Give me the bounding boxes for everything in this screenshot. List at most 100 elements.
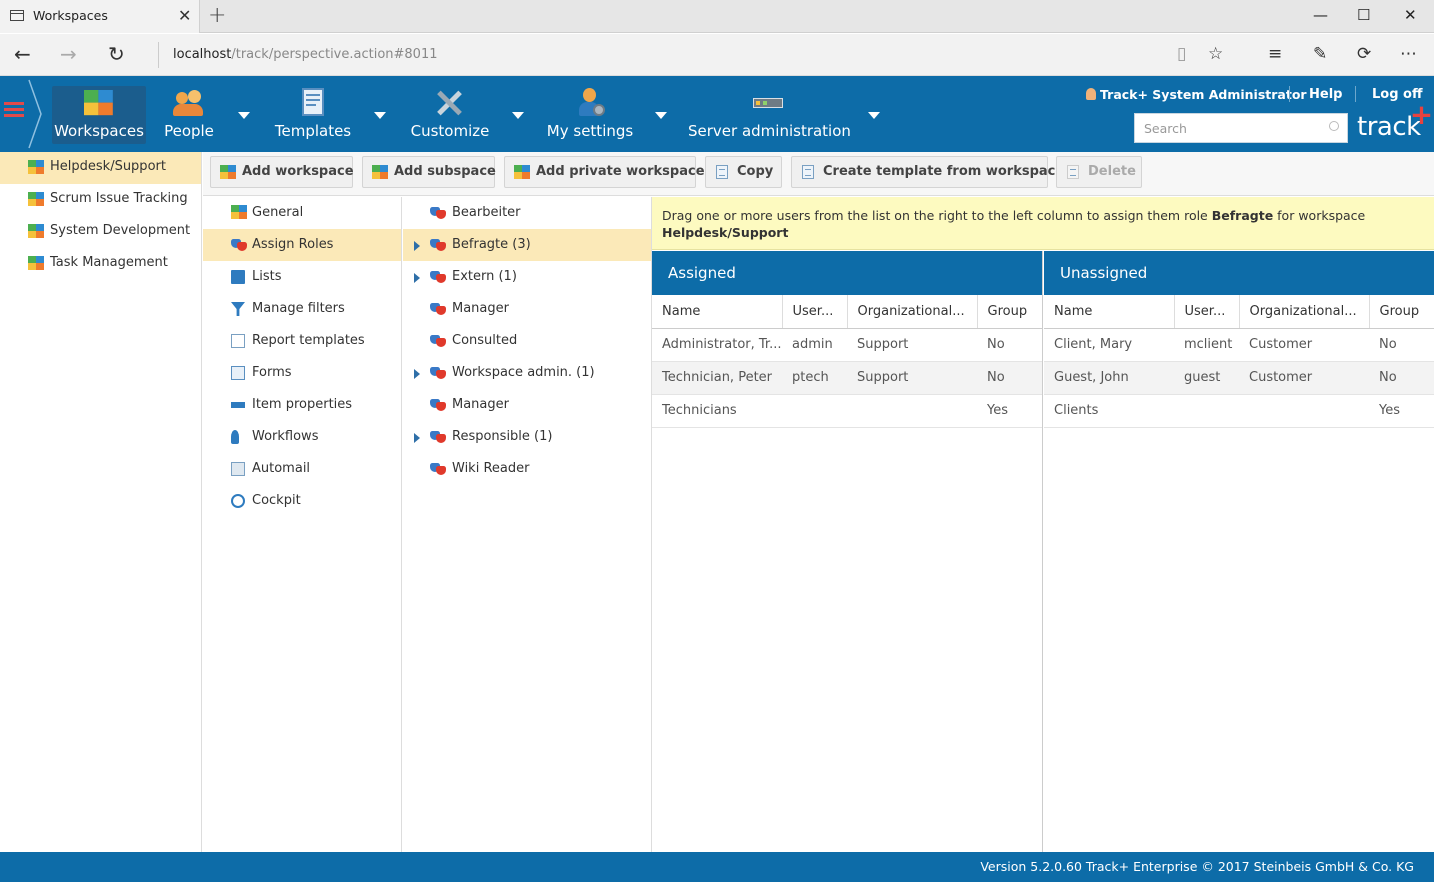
workspace-item[interactable]: Scrum Issue Tracking: [0, 184, 201, 216]
close-window-icon[interactable]: ✕: [1404, 6, 1417, 24]
create-template-button[interactable]: Create template from workspace: [791, 156, 1064, 188]
settings-nav-item[interactable]: General: [203, 197, 401, 229]
role-item[interactable]: Wiki Reader: [403, 453, 651, 485]
current-user[interactable]: Track+ System Administrator: [1086, 87, 1307, 102]
table-cell: Clients: [1044, 394, 1174, 428]
nav-label: Templates: [274, 122, 352, 140]
table-cell: Guest, John: [1044, 361, 1174, 395]
search-box[interactable]: [1134, 113, 1348, 143]
maximize-icon[interactable]: ☐: [1357, 6, 1370, 24]
app-header: Workspaces People Templates Customize My…: [0, 76, 1434, 152]
table-row[interactable]: Guest, John guest Customer No: [1044, 361, 1434, 395]
web-note-icon[interactable]: ✎: [1313, 44, 1327, 64]
table-row[interactable]: Technicians Yes: [652, 394, 1042, 428]
minimize-icon[interactable]: —: [1313, 6, 1328, 24]
workspace-item[interactable]: System Development: [0, 216, 201, 248]
templates-dropdown-icon[interactable]: [374, 112, 386, 119]
tab-close-icon[interactable]: ✕: [178, 6, 191, 25]
expand-arrow-icon[interactable]: [414, 273, 420, 283]
settings-nav-item[interactable]: Assign Roles: [203, 229, 401, 261]
refresh-icon[interactable]: ↻: [108, 42, 125, 66]
nav-label: My settings: [546, 122, 634, 140]
role-item[interactable]: Bearbeiter: [403, 197, 651, 229]
table-cell: Technician, Peter: [652, 361, 782, 395]
search-input[interactable]: [1135, 114, 1315, 142]
settings-nav-item[interactable]: Forms: [203, 357, 401, 389]
back-icon[interactable]: ←: [14, 42, 31, 66]
table-row[interactable]: Administrator, Tr... admin Support No: [652, 328, 1042, 362]
automail-icon: [231, 462, 245, 476]
add-private-workspace-button[interactable]: Add private workspace: [504, 156, 705, 188]
nav-my-settings[interactable]: My settings: [546, 86, 634, 144]
column-header[interactable]: Name: [652, 295, 783, 329]
settings-nav-label: Item properties: [252, 397, 353, 412]
table-cell: No: [977, 361, 1042, 395]
forward-icon[interactable]: →: [60, 42, 77, 66]
add-workspace-button[interactable]: Add workspace: [210, 156, 354, 188]
column-header[interactable]: User...: [1174, 295, 1240, 329]
role-item[interactable]: Manager: [403, 389, 651, 421]
column-header[interactable]: Group: [977, 295, 1042, 329]
role-item[interactable]: Extern (1): [403, 261, 651, 293]
table-cell: admin: [782, 328, 847, 362]
column-header[interactable]: User...: [782, 295, 848, 329]
column-header[interactable]: Organizational...: [1239, 295, 1370, 329]
search-icon[interactable]: [1329, 121, 1339, 131]
column-header[interactable]: Organizational...: [847, 295, 978, 329]
nav-people[interactable]: People: [160, 86, 218, 144]
column-header[interactable]: Name: [1044, 295, 1175, 329]
nav-templates[interactable]: Templates: [272, 86, 354, 144]
server-administration-dropdown-icon[interactable]: [868, 112, 880, 119]
add-workspace-icon: [220, 165, 236, 179]
settings-nav-label: Workflows: [252, 429, 319, 444]
nav-server-administration[interactable]: Server administration: [688, 86, 851, 144]
workspace-item[interactable]: Helpdesk/Support: [0, 152, 201, 184]
unassigned-grid: Name User... Organizational... Group Client,…: [1044, 295, 1434, 428]
nav-customize[interactable]: Customize: [408, 86, 492, 144]
table-cell: Support: [847, 361, 977, 395]
expand-arrow-icon[interactable]: [414, 369, 420, 379]
delete-button[interactable]: Delete: [1056, 156, 1142, 188]
new-tab-icon[interactable]: +: [208, 3, 226, 28]
column-header[interactable]: Group: [1369, 295, 1434, 329]
url-field[interactable]: localhost/track/perspective.action#8011: [158, 42, 1158, 68]
expand-arrow-icon[interactable]: [414, 241, 420, 251]
workspace-item[interactable]: Task Management: [0, 248, 201, 280]
settings-nav-item[interactable]: Lists: [203, 261, 401, 293]
workspaces-icon: [82, 88, 116, 118]
share-icon[interactable]: ⟳: [1357, 44, 1371, 64]
more-icon[interactable]: ⋯: [1400, 44, 1417, 64]
browser-tab[interactable]: Workspaces ✕: [0, 0, 200, 33]
report-templates-icon: [231, 334, 245, 348]
hub-icon[interactable]: ≡: [1268, 44, 1282, 64]
nav-workspaces[interactable]: Workspaces: [52, 86, 146, 144]
settings-nav-item[interactable]: Workflows: [203, 421, 401, 453]
expand-arrow-icon[interactable]: [414, 433, 420, 443]
copy-button[interactable]: Copy: [705, 156, 782, 188]
reading-view-icon[interactable]: ▯: [1177, 44, 1186, 64]
nav-label: Server administration: [688, 122, 851, 140]
role-item[interactable]: Consulted: [403, 325, 651, 357]
settings-nav-item[interactable]: Cockpit: [203, 485, 401, 517]
settings-nav-item[interactable]: Automail: [203, 453, 401, 485]
delete-icon: [1067, 165, 1079, 179]
settings-nav-item[interactable]: Item properties: [203, 389, 401, 421]
role-item[interactable]: Manager: [403, 293, 651, 325]
my-settings-dropdown-icon[interactable]: [655, 112, 667, 119]
table-cell: Client, Mary: [1044, 328, 1174, 362]
table-row[interactable]: Technician, Peter ptech Support No: [652, 361, 1042, 395]
settings-nav-item[interactable]: Manage filters: [203, 293, 401, 325]
customize-dropdown-icon[interactable]: [512, 112, 524, 119]
role-masks-icon: [430, 463, 446, 475]
role-item[interactable]: Workspace admin. (1): [403, 357, 651, 389]
menu-icon[interactable]: [4, 102, 24, 118]
help-link[interactable]: Help: [1309, 87, 1342, 102]
role-item[interactable]: Befragte (3): [403, 229, 651, 261]
people-dropdown-icon[interactable]: [238, 112, 250, 119]
role-item[interactable]: Responsible (1): [403, 421, 651, 453]
add-subspace-button[interactable]: Add subspace: [362, 156, 496, 188]
table-row[interactable]: Client, Mary mclient Customer No: [1044, 328, 1434, 362]
table-row[interactable]: Clients Yes: [1044, 394, 1434, 428]
favorite-star-icon[interactable]: ☆: [1208, 44, 1223, 64]
settings-nav-item[interactable]: Report templates: [203, 325, 401, 357]
